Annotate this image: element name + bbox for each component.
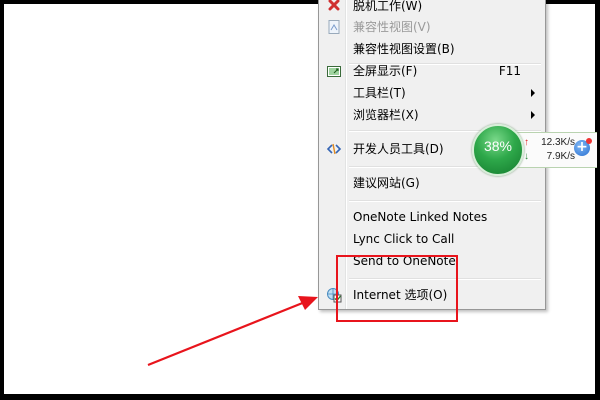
- annotation-arrow-shaft: [147, 300, 306, 367]
- annotation-arrow: [147, 296, 318, 367]
